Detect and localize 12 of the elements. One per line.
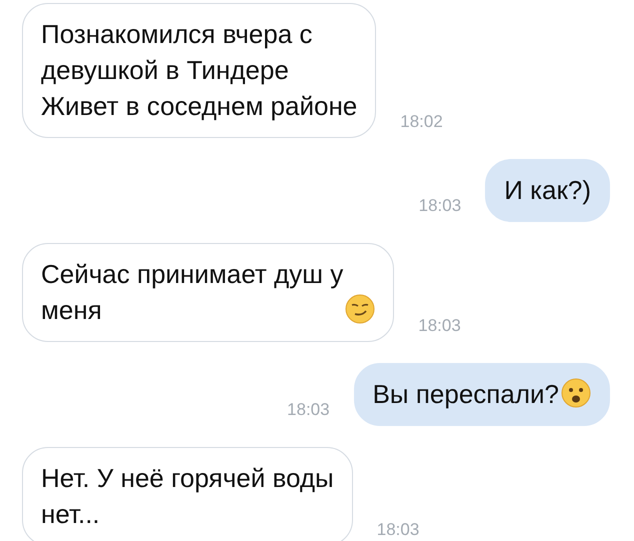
message-time: 18:02 bbox=[400, 112, 443, 133]
message-time: 18:03 bbox=[376, 520, 420, 541]
frowning-face-icon bbox=[561, 378, 591, 408]
message-time: 18:03 bbox=[418, 316, 461, 337]
message-text: И как?) bbox=[504, 174, 591, 207]
message-time: 18:03 bbox=[418, 196, 462, 217]
message-text: Познакомился вчера с девушкой в Тиндере Живет в соседнем районе bbox=[41, 18, 358, 123]
message-text: Вы переспали? bbox=[372, 378, 559, 411]
message-text: Сейчас принимает душ у меня bbox=[41, 258, 344, 327]
smirking-face-icon bbox=[345, 294, 376, 324]
message-time: 18:03 bbox=[287, 400, 330, 421]
message-text: Нет. У неё горячей воды нет... bbox=[41, 462, 334, 531]
